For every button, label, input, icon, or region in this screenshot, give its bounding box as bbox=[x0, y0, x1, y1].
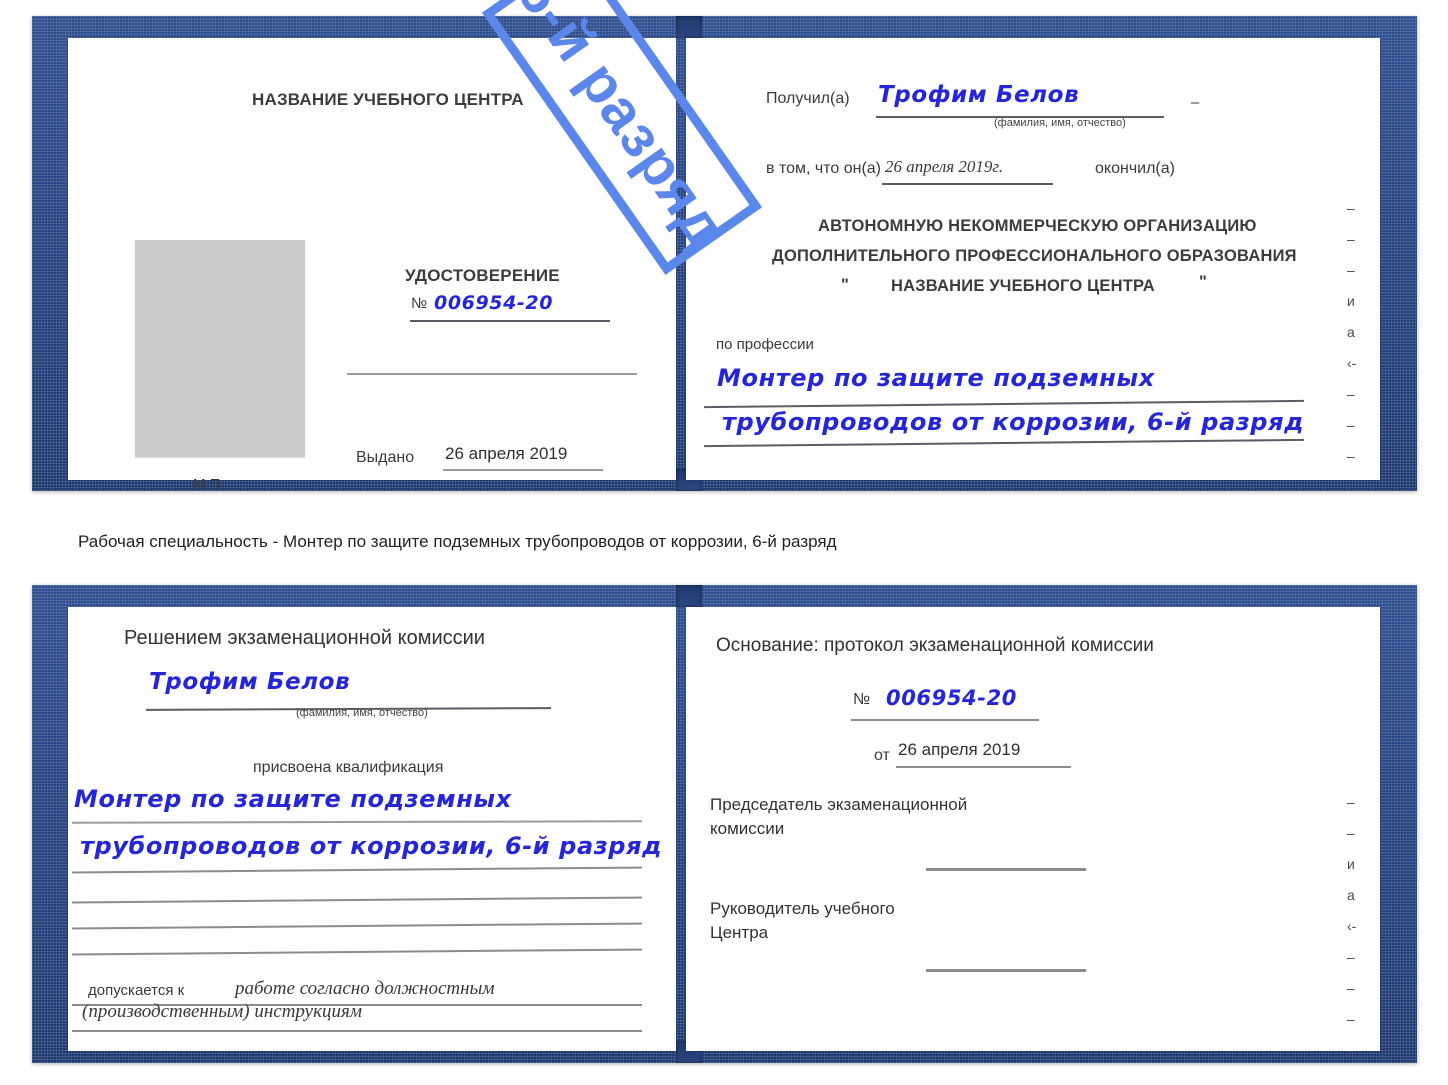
chair-label-line-2: комиссии bbox=[710, 819, 785, 838]
blank-rule-1 bbox=[347, 373, 637, 375]
issued-rule bbox=[443, 469, 603, 471]
profession-rule-1 bbox=[704, 399, 1304, 409]
edge-glyph: – bbox=[1347, 1011, 1355, 1027]
completion-date-rule bbox=[882, 183, 1053, 185]
finished-label: окончил(а) bbox=[1095, 160, 1175, 177]
received-trailing-dash: – bbox=[1191, 94, 1200, 111]
head-label-line-2: Центра bbox=[710, 923, 769, 942]
admitted-rule-2 bbox=[72, 1030, 642, 1032]
org-quote-open: " bbox=[841, 276, 850, 294]
edge-glyph: и bbox=[1347, 856, 1355, 872]
edge-glyph: – bbox=[1347, 980, 1355, 996]
photo-placeholder bbox=[135, 240, 305, 457]
bottom-right-page: Основание: протокол экзаменационной коми… bbox=[686, 607, 1380, 1058]
top-right-page: Получил(а) Трофим Белов (фамилия, имя, о… bbox=[686, 38, 1380, 480]
blank-line-1 bbox=[72, 896, 642, 904]
bottom-left-page: Решением экзаменационной комиссии Трофим… bbox=[68, 607, 676, 1051]
head-signature-rule bbox=[926, 969, 1086, 972]
org-line-1: АВТОНОМНУЮ НЕКОММЕРЧЕСКУЮ ОРГАНИЗАЦИЮ bbox=[818, 217, 1257, 235]
edge-glyph-column: – – – и а ‹- – – – bbox=[1347, 193, 1356, 472]
admitted-line-1: работе согласно должностным bbox=[235, 978, 495, 999]
received-name-hint: (фамилия, имя, отчество) bbox=[994, 117, 1126, 129]
edge-glyph: – bbox=[1347, 794, 1355, 810]
basis-label: Основание: протокол экзаменационной коми… bbox=[716, 635, 1154, 656]
qualification-rule-1 bbox=[71, 820, 643, 824]
edge-glyph: – bbox=[1347, 417, 1355, 433]
org-quote-close: " bbox=[1199, 273, 1208, 291]
seal-label: М.П. bbox=[193, 476, 225, 493]
certificate-bottom: Решением экзаменационной комиссии Трофим… bbox=[32, 585, 1417, 1063]
cover-spine-notch-top bbox=[676, 16, 702, 38]
protocol-number-label: № bbox=[853, 691, 871, 708]
edge-glyph: – bbox=[1347, 1042, 1355, 1058]
received-label: Получил(а) bbox=[766, 90, 850, 107]
edge-glyph: – bbox=[1347, 949, 1355, 965]
number-rule bbox=[410, 320, 610, 322]
protocol-date-rule bbox=[896, 766, 1071, 768]
qualification-label: присвоена квалификация bbox=[253, 759, 444, 776]
edge-glyph: а bbox=[1347, 324, 1355, 340]
edge-glyph: – bbox=[1347, 231, 1355, 247]
org-line-3: НАЗВАНИЕ УЧЕБНОГО ЦЕНТРА bbox=[891, 277, 1155, 295]
org-title: НАЗВАНИЕ УЧЕБНОГО ЦЕНТРА bbox=[252, 90, 524, 109]
blank-line-2 bbox=[72, 922, 642, 930]
edge-glyph: – bbox=[1347, 262, 1355, 278]
protocol-number-rule bbox=[851, 719, 1039, 721]
chair-signature-rule bbox=[926, 868, 1086, 871]
protocol-number-value: 006954-20 bbox=[886, 686, 1018, 710]
caption: Рабочая специальность - Монтер по защите… bbox=[78, 532, 837, 551]
edge-glyph: а bbox=[1347, 887, 1355, 903]
edge-glyph-column-2: – – и а ‹- – – – – bbox=[1347, 787, 1356, 1066]
edge-glyph: – bbox=[1347, 200, 1355, 216]
protocol-date-label: от bbox=[874, 747, 890, 764]
edge-glyph: и bbox=[1347, 293, 1355, 309]
edge-glyph: ‹- bbox=[1347, 918, 1357, 934]
edge-glyph: – bbox=[1347, 448, 1355, 464]
edge-glyph: – bbox=[1347, 825, 1355, 841]
qualification-rule-2 bbox=[72, 866, 642, 874]
top-left-page: НАЗВАНИЕ УЧЕБНОГО ЦЕНТРА УДОСТОВЕРЕНИЕ №… bbox=[68, 38, 676, 493]
student-name: Трофим Белов bbox=[149, 669, 351, 695]
profession-rule-2 bbox=[704, 438, 1304, 448]
qualification-line-2: трубопроводов от коррозии, 6-й разряд bbox=[80, 832, 663, 860]
number-label: № bbox=[411, 295, 428, 312]
doc-kind: УДОСТОВЕРЕНИЕ bbox=[405, 266, 560, 285]
org-line-2: ДОПОЛНИТЕЛЬНОГО ПРОФЕССИОНАЛЬНОГО ОБРАЗО… bbox=[772, 247, 1297, 265]
protocol-date-value: 26 апреля 2019 bbox=[898, 740, 1021, 759]
admitted-label: допускается к bbox=[88, 982, 185, 999]
received-value: Трофим Белов bbox=[878, 82, 1080, 108]
profession-label: по профессии bbox=[716, 336, 814, 353]
issued-value: 26 апреля 2019 bbox=[445, 444, 568, 463]
edge-glyph: – bbox=[1347, 386, 1355, 402]
completion-date: 26 апреля 2019г. bbox=[885, 157, 1004, 176]
cover-spine-notch-top-2 bbox=[676, 585, 702, 607]
profession-line-2: трубопроводов от коррозии, 6-й разряд bbox=[722, 408, 1305, 436]
number-value: 006954-20 bbox=[434, 292, 554, 314]
edge-glyph: ‹- bbox=[1347, 355, 1357, 371]
chair-label-line-1: Председатель экзаменационной bbox=[710, 795, 968, 814]
certificate-top: НАЗВАНИЕ УЧЕБНОГО ЦЕНТРА УДОСТОВЕРЕНИЕ №… bbox=[32, 0, 1417, 493]
profession-line-1: Монтер по защите подземных bbox=[717, 364, 1155, 392]
admitted-line-2: (производственным) инструкциям bbox=[82, 1001, 362, 1022]
commission-heading: Решением экзаменационной комиссии bbox=[124, 627, 485, 649]
head-label-line-1: Руководитель учебного bbox=[710, 899, 895, 918]
in-that-label: в том, что он(а) bbox=[766, 160, 881, 177]
student-name-hint: (фамилия, имя, отчество) bbox=[296, 707, 428, 719]
blank-line-3 bbox=[72, 948, 642, 956]
qualification-line-1: Монтер по защите подземных bbox=[74, 785, 512, 813]
issued-label: Выдано bbox=[356, 449, 415, 466]
